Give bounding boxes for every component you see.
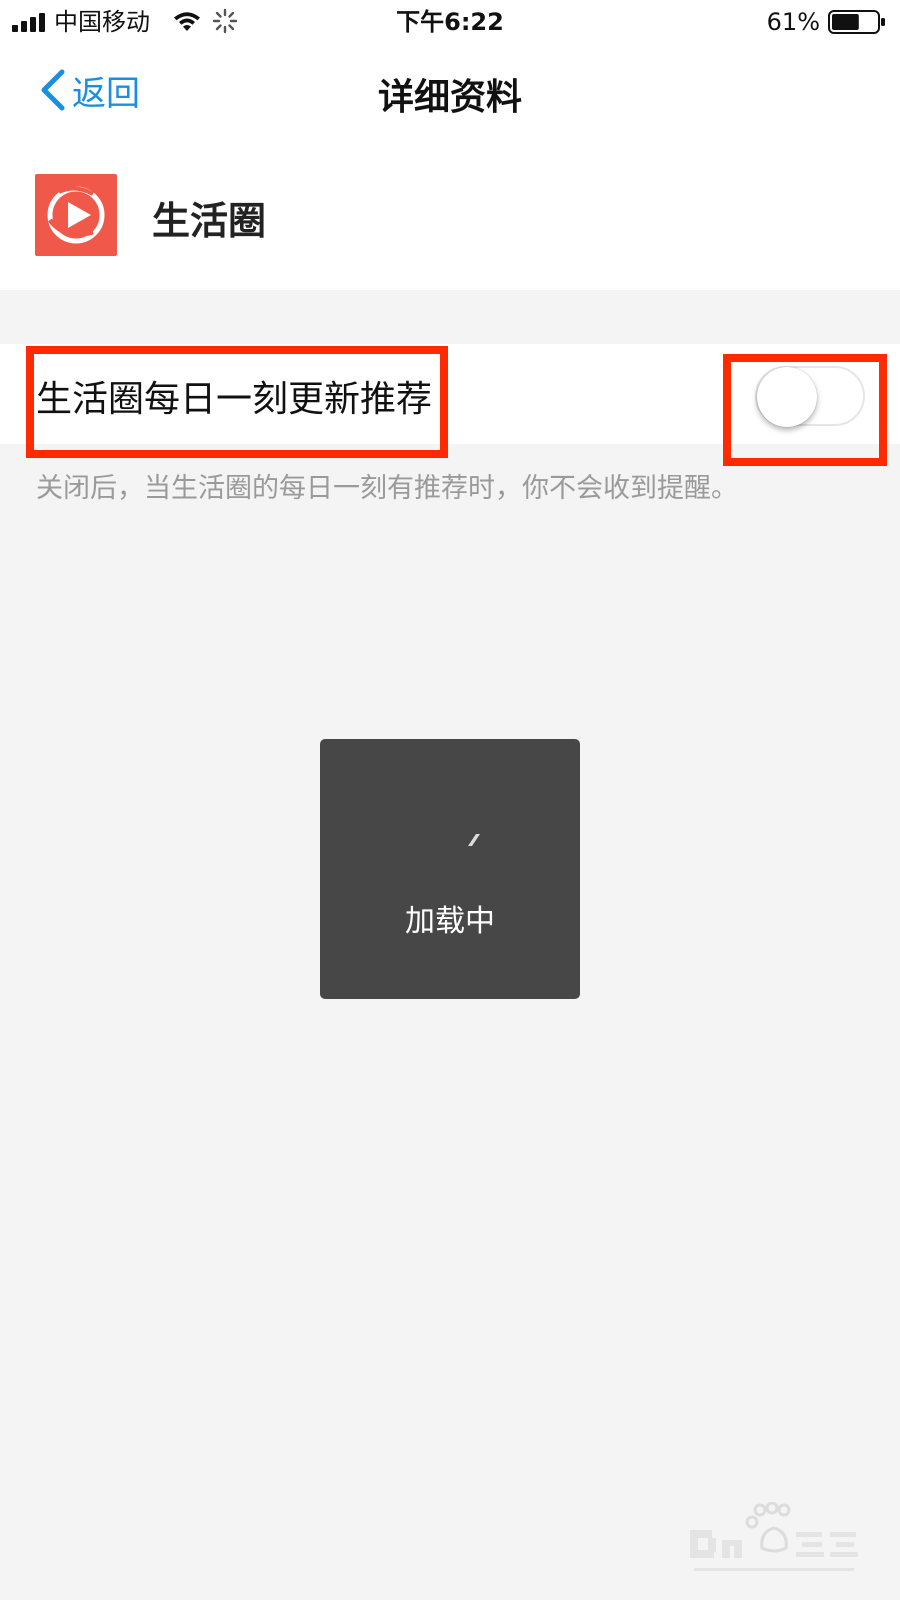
loading-text: 加载中 — [405, 904, 495, 939]
app-logo — [35, 174, 117, 256]
play-circle-icon — [47, 186, 105, 244]
loading-toast — [320, 739, 580, 999]
annotation-box-label — [26, 346, 448, 458]
status-time: 下午6:22 — [396, 8, 504, 36]
profile-header: 生活圈 — [0, 140, 900, 290]
spinner-icon — [468, 834, 480, 846]
page-title: 详细资料 — [377, 77, 522, 118]
baidu-jingyan-watermark — [690, 1502, 858, 1571]
status-bar: 中国移动 下午6:22 61% — [0, 0, 900, 44]
nav-bar: 返回 详细资料 — [0, 44, 900, 140]
battery-percent: 61% — [766, 8, 820, 36]
app-name: 生活圈 — [152, 199, 267, 243]
battery-icon — [828, 10, 885, 34]
setting-hint: 关闭后，当生活圈的每日一刻有推荐时，你不会收到提醒。 — [36, 473, 738, 504]
annotation-box-toggle — [723, 354, 887, 466]
